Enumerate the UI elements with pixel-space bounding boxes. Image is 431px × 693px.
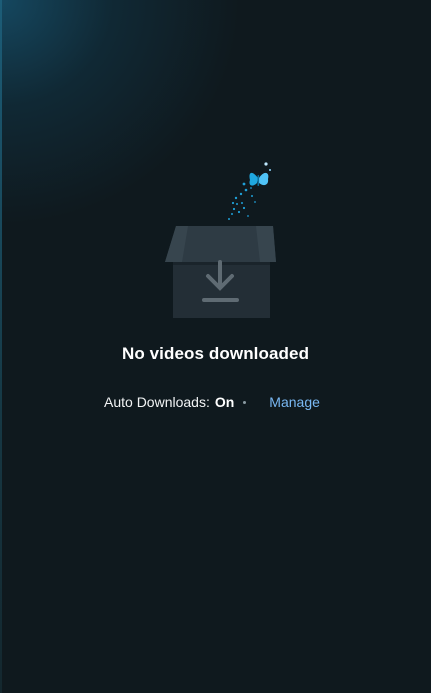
empty-state-title: No videos downloaded: [121, 344, 310, 363]
auto-downloads-row: Auto Downloads: On Manage: [104, 393, 320, 411]
open-box-download-icon: [165, 162, 276, 318]
auto-downloads-state: On: [214, 394, 235, 410]
manage-link[interactable]: Manage: [269, 394, 320, 410]
separator-dot: [243, 400, 247, 404]
butterfly-icon: [249, 162, 271, 186]
auto-downloads-label: Auto Downloads:: [104, 394, 210, 410]
downloads-screen: No videos downloaded Auto Downloads: On …: [0, 0, 431, 693]
empty-downloads-illustration: [160, 158, 280, 322]
